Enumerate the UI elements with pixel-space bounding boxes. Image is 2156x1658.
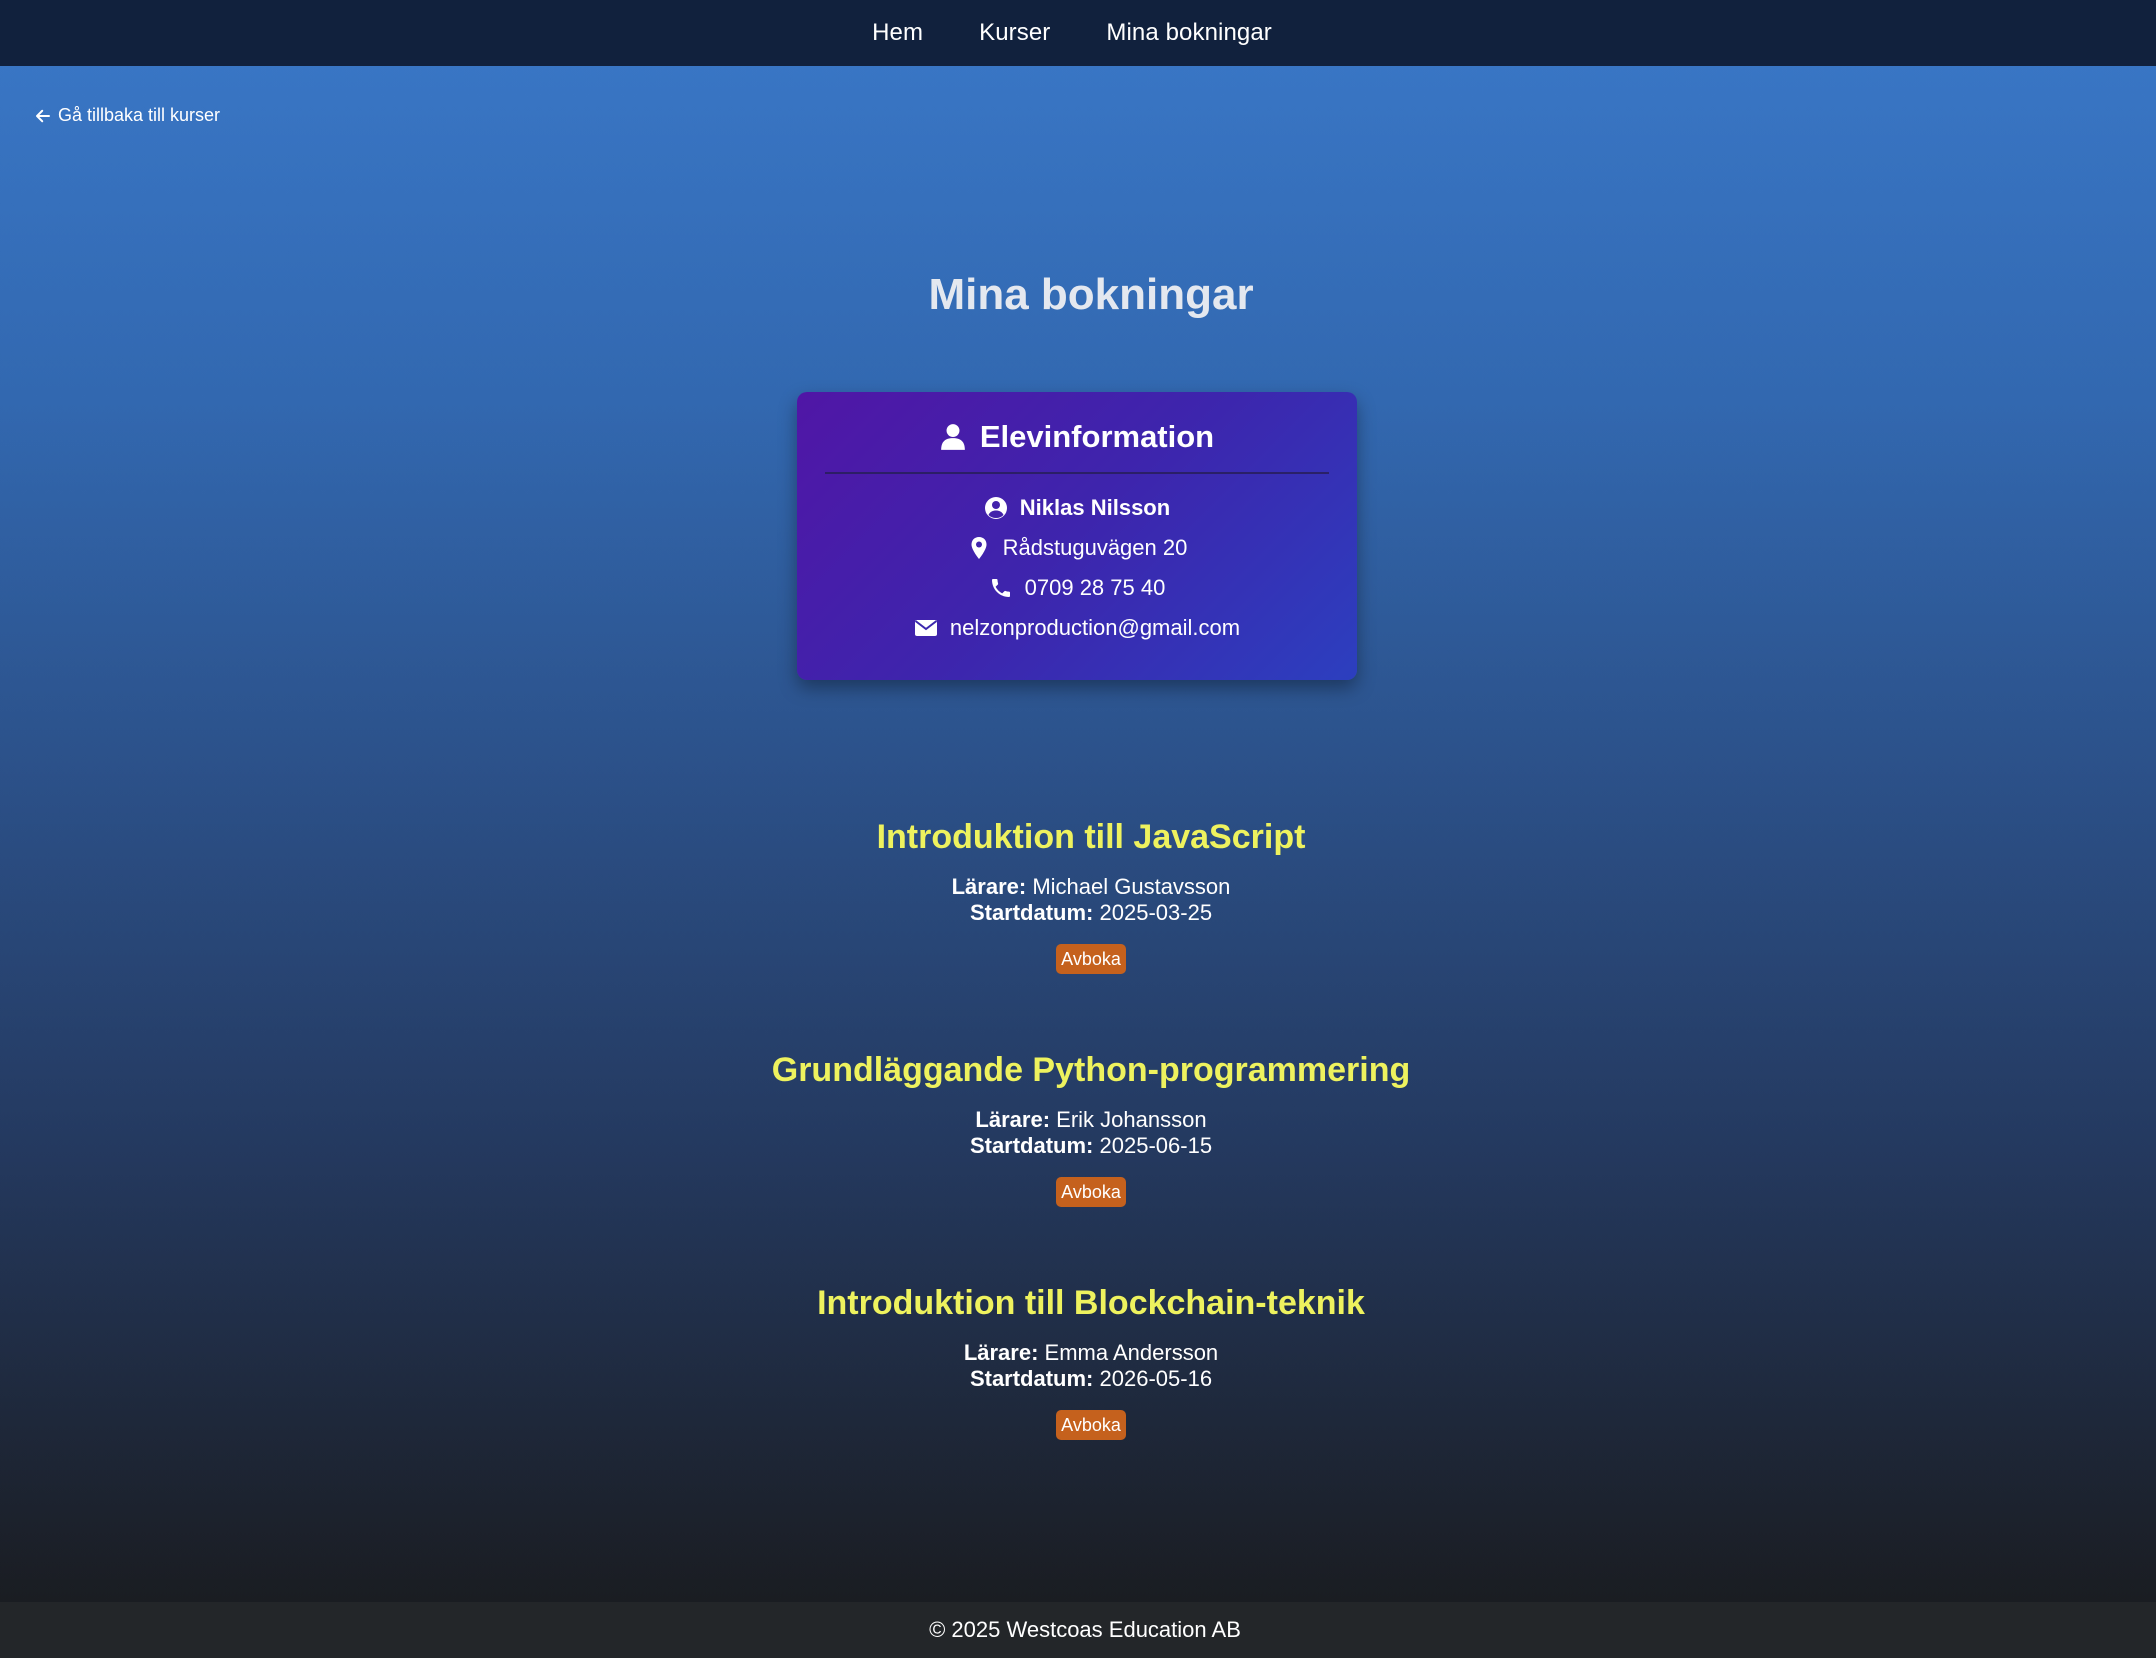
teacher-label: Lärare: bbox=[975, 1107, 1051, 1132]
course-title: Grundläggande Python-programmering bbox=[771, 1051, 1411, 1089]
start-date-value: 2025-06-15 bbox=[1099, 1133, 1213, 1158]
start-date-row: Startdatum: 2025-03-25 bbox=[0, 900, 2156, 926]
student-phone-row: 0709 28 75 40 bbox=[797, 568, 1357, 608]
card-divider bbox=[825, 472, 1329, 474]
course-meta: Lärare: Emma Andersson Startdatum: 2026-… bbox=[0, 1340, 2156, 1392]
top-navigation: Hem Kurser Mina bokningar bbox=[0, 0, 2156, 66]
course-meta: Lärare: Michael Gustavsson Startdatum: 2… bbox=[0, 874, 2156, 926]
page-title: Mina bokningar bbox=[928, 270, 1254, 319]
booking-item: Introduktion till Blockchain-teknik Lära… bbox=[0, 1278, 2156, 1511]
back-link-label: Gå tillbaka till kurser bbox=[58, 105, 221, 125]
teacher-name: Michael Gustavsson bbox=[1032, 874, 1231, 899]
student-info-card: Elevinformation Niklas Nilsson Rådstuguv… bbox=[797, 392, 1357, 680]
start-date-value: 2026-05-16 bbox=[1099, 1366, 1213, 1391]
back-to-courses-link[interactable]: Gå tillbaka till kurser bbox=[34, 105, 220, 126]
course-title: Introduktion till JavaScript bbox=[876, 818, 1306, 856]
page-footer: © 2025 Westcoas Education AB bbox=[0, 1602, 2156, 1658]
cancel-booking-button[interactable]: Avboka bbox=[1056, 1410, 1126, 1440]
nav-link-courses[interactable]: Kurser bbox=[979, 19, 1050, 47]
phone-icon bbox=[991, 579, 1010, 597]
teacher-name: Erik Johansson bbox=[1056, 1107, 1207, 1132]
cancel-booking-button[interactable]: Avboka bbox=[1056, 944, 1126, 974]
student-name-row: Niklas Nilsson bbox=[797, 488, 1357, 528]
user-icon bbox=[941, 424, 965, 450]
start-date-row: Startdatum: 2025-06-15 bbox=[0, 1133, 2156, 1159]
teacher-label: Lärare: bbox=[951, 874, 1027, 899]
student-email-row: nelzonproduction@gmail.com bbox=[797, 608, 1357, 648]
course-title: Introduktion till Blockchain-teknik bbox=[817, 1284, 1365, 1322]
booking-item: Grundläggande Python-programmering Lärar… bbox=[0, 1045, 2156, 1278]
teacher-row: Lärare: Erik Johansson bbox=[0, 1107, 2156, 1133]
nav-link-home[interactable]: Hem bbox=[872, 19, 923, 47]
teacher-row: Lärare: Emma Andersson bbox=[0, 1340, 2156, 1366]
nav-link-my-bookings[interactable]: Mina bokningar bbox=[1106, 19, 1272, 47]
teacher-name: Emma Andersson bbox=[1044, 1340, 1219, 1365]
booking-list: Introduktion till JavaScript Lärare: Mic… bbox=[0, 812, 2156, 1511]
student-address: Rådstuguvägen 20 bbox=[1002, 535, 1188, 560]
footer-text: © 2025 Westcoas Education AB bbox=[929, 1617, 1241, 1642]
student-address-row: Rådstuguvägen 20 bbox=[797, 528, 1357, 568]
cancel-booking-button[interactable]: Avboka bbox=[1056, 1177, 1126, 1207]
map-pin-icon bbox=[971, 537, 987, 559]
student-phone: 0709 28 75 40 bbox=[1024, 575, 1166, 600]
start-date-value: 2025-03-25 bbox=[1099, 900, 1213, 925]
teacher-label: Lärare: bbox=[963, 1340, 1039, 1365]
nav-links: Hem Kurser Mina bokningar bbox=[872, 19, 1272, 47]
student-card-heading: Elevinformation bbox=[979, 419, 1215, 454]
start-date-label: Startdatum: bbox=[969, 1366, 1094, 1391]
envelope-icon bbox=[914, 620, 938, 636]
start-date-label: Startdatum: bbox=[969, 1133, 1094, 1158]
student-name: Niklas Nilsson bbox=[1019, 495, 1171, 520]
student-email: nelzonproduction@gmail.com bbox=[949, 615, 1241, 640]
start-date-label: Startdatum: bbox=[969, 900, 1094, 925]
booking-item: Introduktion till JavaScript Lärare: Mic… bbox=[0, 812, 2156, 1045]
arrow-left-icon bbox=[36, 109, 50, 122]
course-meta: Lärare: Erik Johansson Startdatum: 2025-… bbox=[0, 1107, 2156, 1159]
teacher-row: Lärare: Michael Gustavsson bbox=[0, 874, 2156, 900]
user-circle-icon bbox=[984, 497, 1007, 519]
student-card-header: Elevinformation bbox=[797, 416, 1357, 458]
start-date-row: Startdatum: 2026-05-16 bbox=[0, 1366, 2156, 1392]
